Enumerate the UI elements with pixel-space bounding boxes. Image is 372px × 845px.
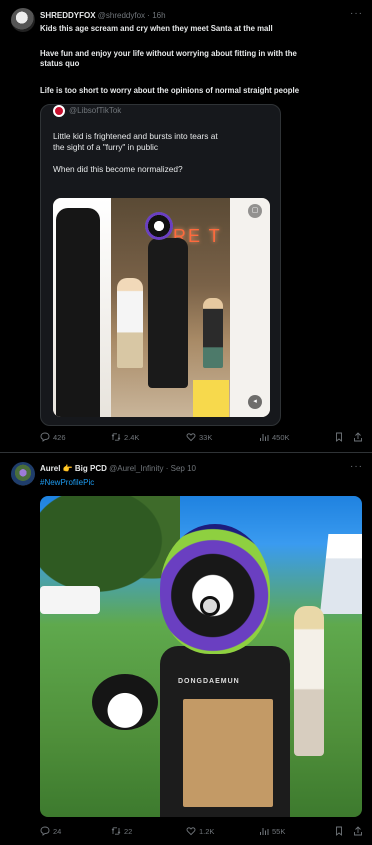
video-furry-head [145,212,173,240]
photo-paper-bag [183,699,273,807]
video-furry-body [148,238,188,388]
avatar[interactable] [11,462,35,486]
views-button[interactable]: 450K [259,432,290,442]
like-count: 1.2K [199,826,215,836]
volume-icon[interactable]: ◂ [248,395,262,409]
display-name[interactable]: Aurel [40,464,60,473]
retweet-button[interactable]: 22 [111,826,132,836]
separator: · [165,464,169,473]
share-button[interactable] [353,826,363,836]
video-child [117,278,143,368]
photo-fursuit-paw [92,674,158,730]
view-count: 55K [272,826,286,836]
quote-video[interactable]: RE T ▢ ◂ [53,198,270,417]
like-button[interactable]: 33K [186,432,212,442]
view-count: 450K [272,432,290,442]
share-icon [354,826,362,836]
video-person [56,208,100,417]
quote-avatar [53,105,65,117]
separator: · [147,11,150,20]
quoted-tweet[interactable]: @LibsofTikTok Little kid is frightened a… [40,104,281,426]
views-icon [260,828,269,835]
photo-bystander [294,606,324,756]
reply-count: 24 [53,826,62,836]
pointing-emoji: 👉 [62,464,73,473]
photo-car [40,586,100,614]
photo-tent [320,534,362,614]
more-options-icon[interactable]: ··· [350,8,363,19]
bookmark-button[interactable] [334,826,344,836]
timestamp[interactable]: 16h [152,11,165,20]
quote-text-line3: When did this become normalized? [53,164,183,174]
video-child-2 [203,298,223,368]
photo-fursuit-head [160,524,270,654]
timestamp[interactable]: Sep 10 [171,464,196,473]
reply-button[interactable]: 24 [40,826,61,836]
retweet-button[interactable]: 2.4K [111,432,139,442]
hashtag-link[interactable]: #NewProfilePic [40,478,94,487]
bookmark-icon [336,432,342,442]
more-options-icon[interactable]: ··· [350,461,363,472]
views-icon [260,434,269,441]
tweet-actions: 426 2.4K 33K 450K [40,432,365,446]
tweet-text-line1: Kids this age scream and cry when they m… [40,24,273,33]
tweet-header: SHREDDYFOX @shreddyfox · 16h [40,11,166,20]
retweet-count: 22 [124,826,133,836]
tweet-header: Aurel 👉 Big PCD @Aurel_Infinity · Sep 10 [40,464,196,473]
reply-icon [40,826,50,836]
handle[interactable]: @shreddyfox [98,11,145,20]
views-button[interactable]: 55K [259,826,285,836]
avatar[interactable] [11,8,35,32]
share-icon [354,432,362,442]
retweet-icon [111,433,121,441]
handle[interactable]: @Aurel_Infinity [109,464,163,473]
video-pillar [230,198,270,417]
reply-button[interactable]: 426 [40,432,66,442]
tweet-text-line2: Have fun and enjoy your life without wor… [40,49,297,58]
quote-text: Little kid is frightened and bursts into… [53,131,273,175]
quote-handle[interactable]: @LibsofTikTok [69,106,121,115]
display-name-suffix[interactable]: Big PCD [75,464,107,473]
video-badge-icon[interactable]: ▢ [248,204,262,218]
photo-fursuit-eye [200,596,220,616]
tweet-text-line3: status quo [40,59,80,68]
like-icon [186,827,196,836]
display-name[interactable]: SHREDDYFOX [40,11,96,20]
reply-count: 426 [53,432,66,442]
retweet-icon [111,827,121,835]
like-count: 33K [199,432,213,442]
tweet-text-line4: Life is too short to worry about the opi… [40,86,300,95]
quote-text-line1: Little kid is frightened and bursts into… [53,131,218,141]
video-yellow-sign [193,380,229,417]
like-icon [186,433,196,442]
tweet-shreddyfox[interactable]: SHREDDYFOX @shreddyfox · 16h ··· Kids th… [0,0,372,452]
quote-text-line2: the sight of a "furry" in public [53,142,159,152]
tweet-photo[interactable]: DONGDAEMUN [40,496,362,817]
share-button[interactable] [353,432,363,442]
retweet-count: 2.4K [124,432,140,442]
quote-header: @LibsofTikTok [53,105,121,117]
bookmark-button[interactable] [334,432,344,442]
bookmark-icon [336,826,342,836]
like-button[interactable]: 1.2K [186,826,214,836]
reply-icon [40,432,50,442]
tweet-actions: 24 22 1.2K 55K [40,826,365,840]
photo-shirt-text: DONGDAEMUN [178,678,240,685]
